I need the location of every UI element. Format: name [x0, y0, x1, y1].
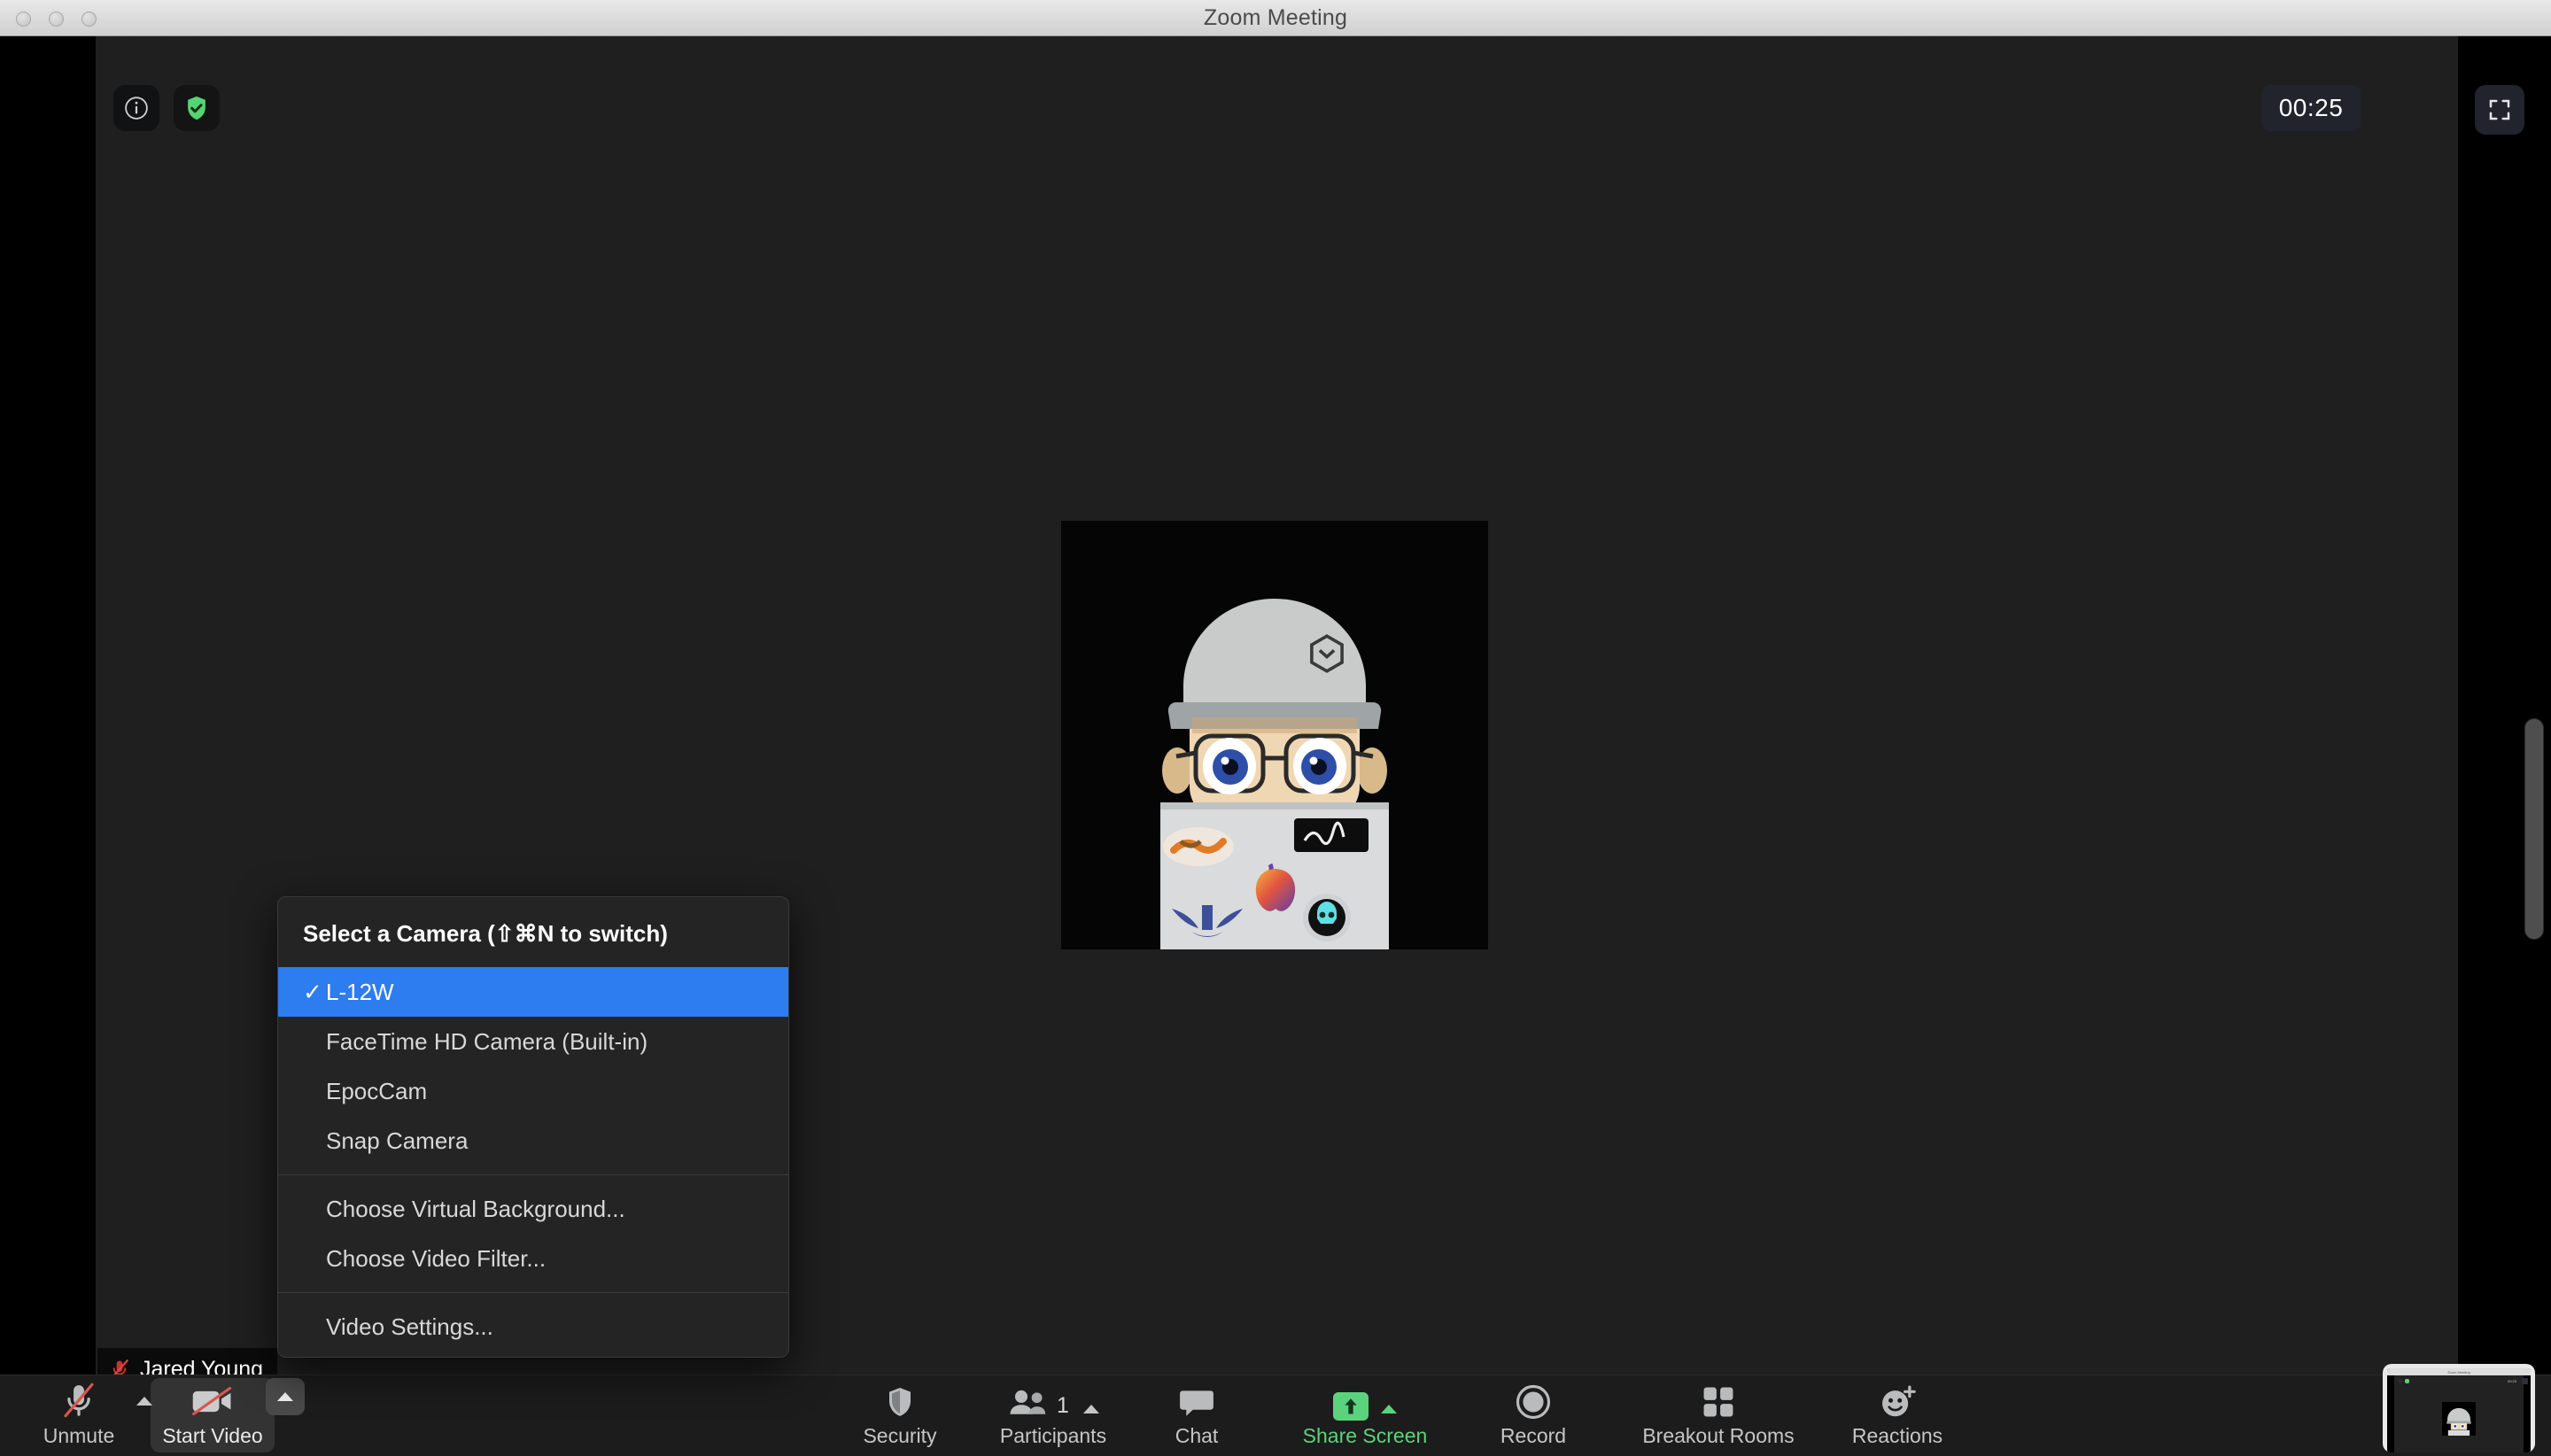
participants-button[interactable]: 1 Participants — [971, 1375, 1136, 1456]
smiley-plus-icon — [1878, 1382, 1917, 1421]
zoom-meeting-window: Zoom Meeting 00:25 Jared Young Select a … — [0, 0, 2551, 1456]
chevron-up-icon — [277, 1392, 293, 1401]
security-label: Security — [863, 1424, 937, 1447]
camera-menu-header: Select a Camera (⇧⌘N to switch) — [303, 920, 668, 947]
reactions-label: Reactions — [1851, 1424, 1943, 1447]
menu-item-video-settings[interactable]: Video Settings... — [278, 1302, 788, 1351]
chevron-up-icon — [1381, 1405, 1397, 1413]
shield-icon — [882, 1382, 918, 1421]
camera-option-label: L-12W — [326, 978, 394, 1005]
self-view-letterbox-right — [2524, 1375, 2531, 1452]
encryption-status-button[interactable] — [174, 85, 220, 131]
chat-bubble-icon — [1178, 1382, 1215, 1421]
self-view-fullscreen-dot — [2522, 1378, 2528, 1384]
security-button[interactable]: Security — [829, 1375, 971, 1456]
self-view-body: 00:25 — [2387, 1375, 2531, 1452]
check-icon: ✓ — [303, 978, 322, 1005]
menu-divider — [278, 1292, 788, 1293]
camera-selection-menu: Select a Camera (⇧⌘N to switch) ✓ L-12W … — [277, 896, 789, 1358]
self-view-avatar — [2442, 1402, 2476, 1436]
self-view-thumbnail[interactable]: Zoom Meeting 00:25 — [2383, 1364, 2535, 1452]
self-view-timer: 00:25 — [2507, 1379, 2516, 1383]
share-screen-button[interactable]: Share Screen — [1272, 1375, 1458, 1456]
letterbox-left — [0, 36, 96, 1404]
fullscreen-icon — [2489, 99, 2510, 120]
menu-item-virtual-background[interactable]: Choose Virtual Background... — [278, 1184, 788, 1234]
unmute-label: Unmute — [43, 1424, 115, 1447]
menu-item-video-filter[interactable]: Choose Video Filter... — [278, 1234, 788, 1283]
chat-button[interactable]: Chat — [1148, 1375, 1245, 1456]
menu-divider — [278, 1174, 788, 1175]
chat-label: Chat — [1175, 1424, 1219, 1447]
reactions-button[interactable]: Reactions — [1826, 1375, 1968, 1456]
camera-option-label: EpocCam — [326, 1077, 428, 1104]
meeting-timer: 00:25 — [2261, 85, 2361, 131]
camera-option-label: Snap Camera — [326, 1127, 469, 1154]
camera-off-icon — [190, 1382, 236, 1421]
self-view-title: Zoom Meeting — [2387, 1368, 2531, 1375]
menu-item-label: Choose Virtual Background... — [326, 1195, 625, 1222]
window-title: Zoom Meeting — [1203, 5, 1348, 30]
camera-option-facetime[interactable]: FaceTime HD Camera (Built-in) — [278, 1017, 788, 1066]
participants-count: 1 — [1057, 1393, 1069, 1418]
avatar — [1061, 521, 1488, 949]
camera-option-l12w[interactable]: ✓ L-12W — [278, 967, 788, 1017]
self-view-letterbox-left — [2387, 1375, 2394, 1452]
breakout-rooms-button[interactable]: Breakout Rooms — [1621, 1375, 1816, 1456]
start-video-label: Start Video — [162, 1424, 263, 1447]
window-titlebar: Zoom Meeting — [0, 0, 2551, 36]
camera-option-snapcamera[interactable]: Snap Camera — [278, 1116, 788, 1166]
self-view-info-dot — [2398, 1379, 2402, 1383]
share-arrow-icon — [1333, 1382, 1397, 1421]
start-video-button[interactable]: Start Video — [151, 1375, 275, 1456]
info-icon — [125, 97, 148, 120]
people-icon: 1 — [1007, 1382, 1099, 1421]
camera-option-epoccam[interactable]: EpocCam — [278, 1066, 788, 1116]
share-screen-label: Share Screen — [1302, 1424, 1428, 1447]
camera-option-label: FaceTime HD Camera (Built-in) — [326, 1027, 648, 1055]
unmute-button[interactable]: Unmute — [25, 1375, 133, 1456]
meeting-toolbar: Unmute Start Video Security 1 Participan… — [0, 1364, 2551, 1456]
enter-fullscreen-button[interactable] — [2475, 85, 2524, 135]
breakout-rooms-label: Breakout Rooms — [1642, 1424, 1795, 1447]
meeting-info-button[interactable] — [113, 85, 159, 131]
vertical-scrollbar-thumb[interactable] — [2524, 718, 2544, 940]
self-view-inner: Zoom Meeting 00:25 — [2387, 1368, 2531, 1452]
record-button[interactable]: Record — [1470, 1375, 1596, 1456]
self-view-shield-dot — [2405, 1379, 2409, 1383]
chevron-up-icon — [1082, 1405, 1099, 1413]
microphone-muted-icon — [58, 1382, 99, 1421]
record-circle-icon — [1515, 1382, 1552, 1421]
participants-label: Participants — [999, 1424, 1107, 1447]
record-label: Record — [1500, 1424, 1567, 1447]
grid-icon — [1700, 1382, 1737, 1421]
menu-item-label: Choose Video Filter... — [326, 1244, 547, 1272]
menu-item-label: Video Settings... — [326, 1313, 493, 1340]
participant-video-tile — [1061, 521, 1488, 949]
shield-check-icon — [188, 96, 205, 120]
